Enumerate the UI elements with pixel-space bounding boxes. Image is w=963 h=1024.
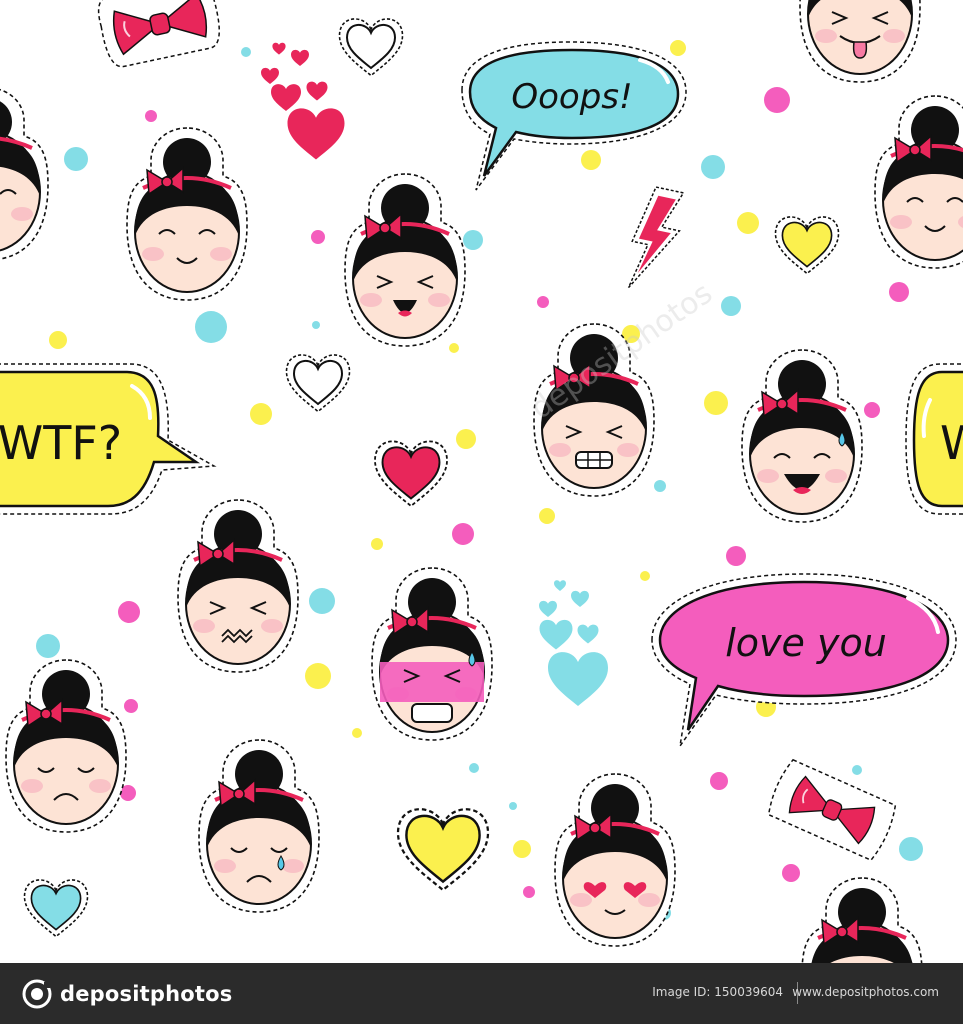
wtf-text: WTF? [0, 416, 122, 470]
heart-icon [285, 354, 351, 413]
girl-emoji-icon [197, 738, 321, 914]
wtf-partial-text: W [940, 416, 963, 470]
bow-icon [767, 758, 897, 862]
emoji-pattern: Ooops! WTF? W love you depositphotos [0, 0, 963, 963]
girl-emoji-icon [343, 172, 467, 348]
oops-text: Ooops! [511, 77, 632, 117]
lightning-icon [627, 186, 685, 289]
heart-icon [774, 216, 840, 275]
heart-icon [374, 440, 448, 507]
girl-emoji-icon [370, 566, 494, 742]
love-text: love you [725, 621, 887, 665]
depositphotos-logo[interactable]: depositphotos [22, 977, 232, 1011]
heart-icon [396, 808, 490, 892]
heart-icon [23, 879, 89, 938]
confetti-dot-icon [241, 47, 251, 57]
brand-name: depositphotos [60, 982, 233, 1006]
girl-emoji-icon [0, 86, 50, 262]
girl-emoji-icon [176, 498, 300, 674]
heart-cluster [261, 42, 345, 160]
speech-bubble-oops: Ooops! [461, 41, 687, 191]
bow-icon [97, 0, 220, 68]
girl-emoji-icon [125, 126, 249, 302]
image-id-label: Image ID: 150039604 [652, 985, 783, 999]
speech-bubble-wtf-right: W [905, 363, 963, 515]
camera-aperture-icon [22, 979, 52, 1009]
site-link[interactable]: www.depositphotos.com [792, 985, 939, 999]
heart-cluster [539, 580, 608, 706]
girl-emoji-icon [740, 348, 864, 524]
girl-emoji-icon [553, 772, 677, 948]
girl-emoji-icon [873, 94, 963, 270]
footer-bar: depositphotos Image ID: 150039604 www.de… [0, 963, 963, 1024]
speech-bubble-wtf: WTF? [0, 363, 217, 515]
girl-emoji-icon [800, 876, 924, 963]
speech-bubble-love: love you [651, 573, 957, 747]
heart-icon [338, 18, 404, 77]
girl-emoji-icon [4, 658, 128, 834]
girl-emoji-icon [798, 0, 922, 84]
